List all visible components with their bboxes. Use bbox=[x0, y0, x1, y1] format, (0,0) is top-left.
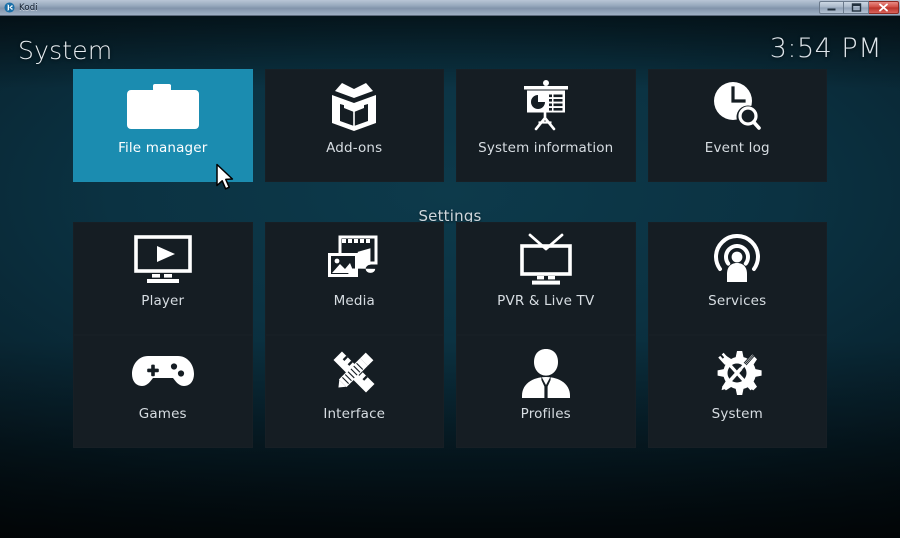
tile-system[interactable]: System bbox=[647, 335, 828, 448]
folder-icon bbox=[73, 69, 253, 135]
tile-file-manager[interactable]: File manager bbox=[73, 69, 253, 182]
clock-search-icon bbox=[648, 69, 828, 135]
media-stack-icon bbox=[265, 222, 445, 288]
tile-label: System information bbox=[478, 140, 614, 156]
window-titlebar[interactable]: Kodi bbox=[0, 0, 900, 16]
tile-event-log[interactable]: Event log bbox=[647, 69, 828, 182]
window-title: Kodi bbox=[19, 2, 38, 13]
page-title: System bbox=[18, 36, 113, 65]
tile-media[interactable]: Media bbox=[264, 222, 445, 335]
tile-pvr-live-tv[interactable]: PVR & Live TV bbox=[456, 222, 636, 335]
tile-label: Add-ons bbox=[326, 140, 383, 156]
tile-label: Media bbox=[333, 293, 375, 309]
tile-label: Event log bbox=[704, 140, 770, 156]
tile-label: Interface bbox=[323, 406, 386, 422]
tile-games[interactable]: Games bbox=[73, 335, 253, 448]
titlebar-left: Kodi bbox=[0, 2, 38, 13]
tile-label: System bbox=[711, 406, 763, 422]
settings-grid-row-2: Games Interface Profiles System bbox=[73, 335, 827, 448]
presentation-icon bbox=[456, 69, 636, 135]
tile-system-information[interactable]: System information bbox=[456, 69, 636, 182]
gear-tools-icon bbox=[648, 335, 828, 401]
kodi-window: Kodi System 3:54 PM File manager Add-ons… bbox=[0, 0, 900, 538]
tv-antenna-icon bbox=[456, 222, 636, 288]
tile-label: File manager bbox=[118, 140, 208, 156]
tile-services[interactable]: Services bbox=[647, 222, 828, 335]
monitor-play-icon bbox=[73, 222, 253, 288]
broadcast-icon bbox=[648, 222, 828, 288]
tile-label: Player bbox=[141, 293, 185, 309]
maximize-button[interactable] bbox=[844, 1, 869, 14]
window-controls bbox=[819, 1, 899, 14]
kodi-app-surface: System 3:54 PM File manager Add-ons Syst… bbox=[0, 16, 900, 538]
app-header: System 3:54 PM bbox=[0, 16, 900, 68]
close-button[interactable] bbox=[869, 1, 899, 14]
tile-label: PVR & Live TV bbox=[497, 293, 595, 309]
open-box-icon bbox=[265, 69, 445, 135]
tile-label: Games bbox=[138, 406, 187, 422]
gamepad-icon bbox=[73, 335, 253, 401]
pencil-ruler-icon bbox=[265, 335, 445, 401]
tile-label: Services bbox=[708, 293, 767, 309]
tile-label: Profiles bbox=[520, 406, 571, 422]
tile-player[interactable]: Player bbox=[73, 222, 253, 335]
tile-interface[interactable]: Interface bbox=[264, 335, 445, 448]
tile-add-ons[interactable]: Add-ons bbox=[264, 69, 445, 182]
person-bust-icon bbox=[456, 335, 636, 401]
top-menu-grid: File manager Add-ons System information … bbox=[73, 69, 827, 182]
settings-grid-row-1: Player Media PVR & Live TV Services bbox=[73, 222, 827, 335]
clock: 3:54 PM bbox=[769, 33, 882, 64]
minimize-button[interactable] bbox=[819, 1, 844, 14]
kodi-logo-icon bbox=[4, 2, 15, 13]
tile-profiles[interactable]: Profiles bbox=[456, 335, 636, 448]
